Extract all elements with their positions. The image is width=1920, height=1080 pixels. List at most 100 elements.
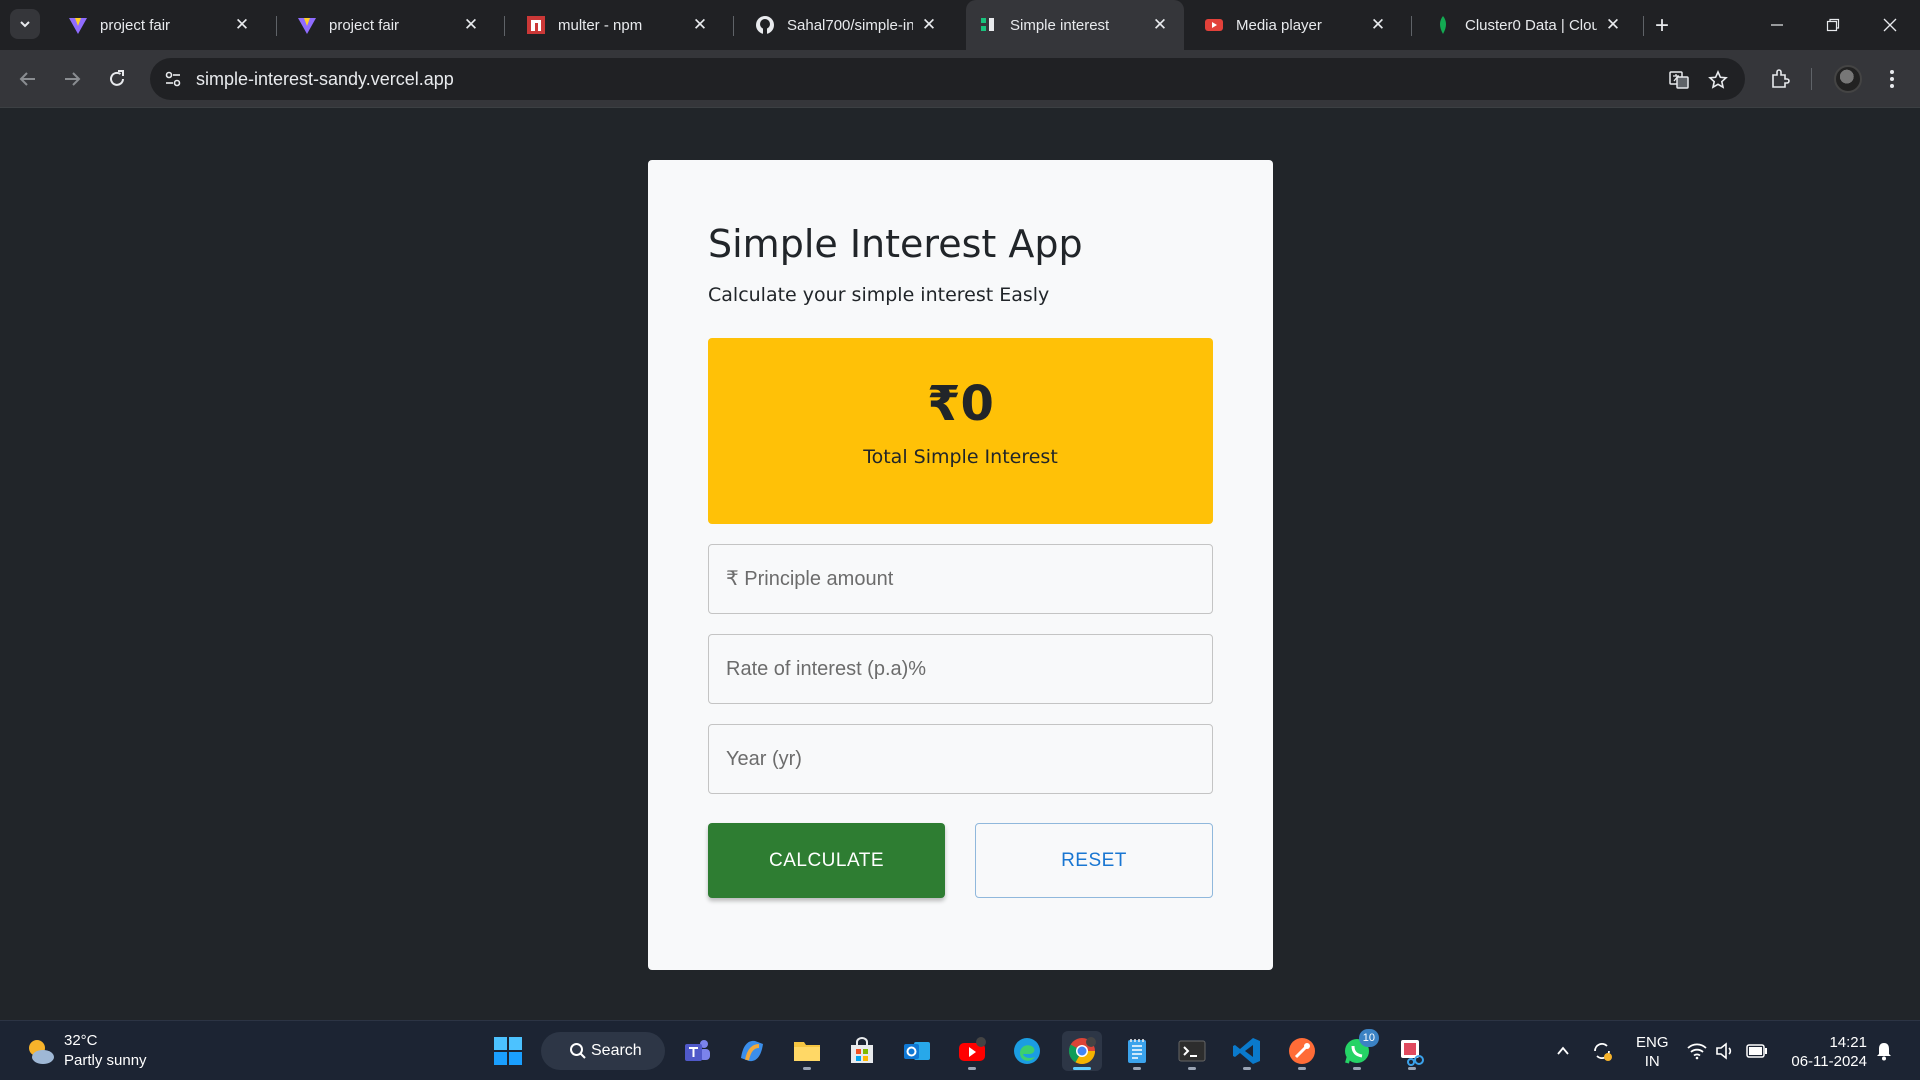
app-title: Simple Interest App (708, 222, 1083, 266)
tab-divider (1643, 16, 1644, 36)
tab-title: Cluster0 Data | Cloud (1465, 16, 1597, 34)
battery-icon[interactable] (1745, 1039, 1769, 1063)
vscode-app[interactable] (1227, 1031, 1267, 1071)
tab-simple-interest[interactable]: Simple interest ✕ (966, 0, 1184, 50)
rate-input[interactable] (709, 635, 1212, 703)
result-panel: ₹0 Total Simple Interest (708, 338, 1213, 524)
calculate-button[interactable]: CALCULATE (708, 823, 945, 898)
search-icon (570, 1043, 586, 1059)
tab-media-player[interactable]: Media player ✕ (1192, 8, 1402, 42)
browser-toolbar: simple-interest-sandy.vercel.app (0, 50, 1920, 108)
file-explorer-app[interactable] (787, 1031, 827, 1071)
minimize-button[interactable] (1757, 8, 1797, 42)
weather-temperature: 32°C (64, 1032, 98, 1049)
tab-title: project fair (100, 16, 171, 34)
profile-avatar[interactable] (1834, 65, 1862, 93)
close-tab-icon[interactable]: ✕ (1368, 15, 1388, 35)
folder-icon (794, 1042, 820, 1061)
show-hidden-icons-button[interactable] (1551, 1039, 1575, 1063)
snipping-tool-app[interactable] (1392, 1031, 1432, 1071)
tab-project-fair-2[interactable]: project fair ✕ (285, 8, 495, 42)
outlook-icon (904, 1042, 930, 1060)
running-indicator (1353, 1067, 1361, 1070)
copilot-app[interactable] (732, 1031, 772, 1071)
tab-divider (504, 16, 505, 36)
more-menu-icon[interactable] (1880, 67, 1904, 91)
language-region: IN (1644, 1053, 1660, 1070)
interest-result-label: Total Simple Interest (863, 446, 1058, 468)
outlook-app[interactable] (897, 1031, 937, 1071)
extensions-icon[interactable] (1768, 67, 1792, 91)
forward-button[interactable] (57, 64, 87, 94)
npm-icon (526, 15, 546, 35)
back-arrow-icon (19, 72, 35, 86)
close-tab-icon[interactable]: ✕ (1603, 15, 1623, 35)
restore-button[interactable] (1813, 8, 1853, 42)
youtube-pwa-app[interactable] (952, 1031, 992, 1071)
tab-title: Media player (1236, 16, 1322, 34)
tab-title: project fair (329, 16, 400, 34)
principle-field[interactable] (708, 544, 1213, 614)
start-button[interactable] (488, 1031, 528, 1071)
close-tab-icon[interactable]: ✕ (690, 15, 710, 35)
site-info-icon[interactable] (162, 68, 184, 90)
whatsapp-app[interactable]: 10 (1337, 1029, 1379, 1071)
system-clock[interactable]: 14:21 06-11-2024 (1782, 1033, 1867, 1071)
rate-field[interactable] (708, 634, 1213, 704)
running-indicator (1133, 1067, 1141, 1070)
tab-project-fair-1[interactable]: project fair ✕ (56, 8, 266, 42)
tab-github-repo[interactable]: Sahal700/simple-inte ✕ (743, 8, 953, 42)
language-indicator[interactable]: ENG IN (1636, 1033, 1669, 1071)
translate-icon[interactable] (1667, 68, 1691, 92)
chevron-down-icon (20, 21, 30, 28)
address-bar[interactable]: simple-interest-sandy.vercel.app (150, 58, 1745, 100)
tab-strip: project fair ✕ project fair ✕ multer - n… (0, 0, 1920, 50)
github-icon (755, 15, 775, 35)
tab-search-button[interactable] (10, 9, 40, 39)
postman-app[interactable] (1282, 1031, 1322, 1071)
close-tab-icon[interactable]: ✕ (919, 15, 939, 35)
youtube-icon (959, 1037, 986, 1061)
back-button[interactable] (13, 64, 43, 94)
app-subtitle: Calculate your simple interest Easly (708, 284, 1050, 306)
terminal-app[interactable] (1172, 1031, 1212, 1071)
notepad-app[interactable] (1117, 1031, 1157, 1071)
close-tab-icon[interactable]: ✕ (1150, 15, 1170, 35)
microsoft-store-app[interactable] (842, 1031, 882, 1071)
volume-icon[interactable] (1713, 1039, 1737, 1063)
year-field[interactable] (708, 724, 1213, 794)
close-tab-icon[interactable]: ✕ (461, 15, 481, 35)
wifi-icon[interactable] (1685, 1039, 1709, 1063)
running-indicator (1243, 1067, 1251, 1070)
year-input[interactable] (709, 725, 1212, 793)
chevron-up-icon (1557, 1046, 1569, 1055)
notifications-bell-icon[interactable] (1872, 1039, 1896, 1063)
principle-input[interactable] (709, 545, 1212, 613)
teams-app[interactable] (677, 1031, 717, 1071)
tab-title: Simple interest (1010, 16, 1110, 34)
notification-badge: 10 (1358, 1029, 1379, 1047)
mongodb-icon (1433, 15, 1453, 35)
page-viewport: Simple Interest App Calculate your simpl… (0, 108, 1920, 1020)
taskbar-search[interactable]: Search (541, 1032, 665, 1070)
reset-button[interactable]: RESET (975, 823, 1213, 898)
reload-icon (110, 70, 124, 86)
tab-multer-npm[interactable]: multer - npm ✕ (514, 8, 724, 42)
close-icon (1883, 18, 1897, 32)
reload-button[interactable] (102, 64, 132, 94)
chrome-app[interactable] (1062, 1031, 1102, 1071)
tab-mongodb-cluster[interactable]: Cluster0 Data | Cloud ✕ (1421, 8, 1637, 42)
language-code: ENG (1636, 1034, 1669, 1051)
tab-title: Sahal700/simple-inte (787, 16, 913, 34)
running-indicator (803, 1067, 811, 1070)
edge-app[interactable] (1007, 1031, 1047, 1071)
app-icon (978, 15, 998, 35)
store-icon (851, 1037, 873, 1063)
tab-divider (276, 16, 277, 36)
bookmark-star-icon[interactable] (1706, 68, 1730, 92)
close-tab-icon[interactable]: ✕ (232, 15, 252, 35)
sync-status-icon[interactable] (1590, 1039, 1614, 1063)
edge-icon (1014, 1038, 1040, 1064)
new-tab-button[interactable]: + (1648, 12, 1676, 40)
close-window-button[interactable] (1870, 8, 1910, 42)
